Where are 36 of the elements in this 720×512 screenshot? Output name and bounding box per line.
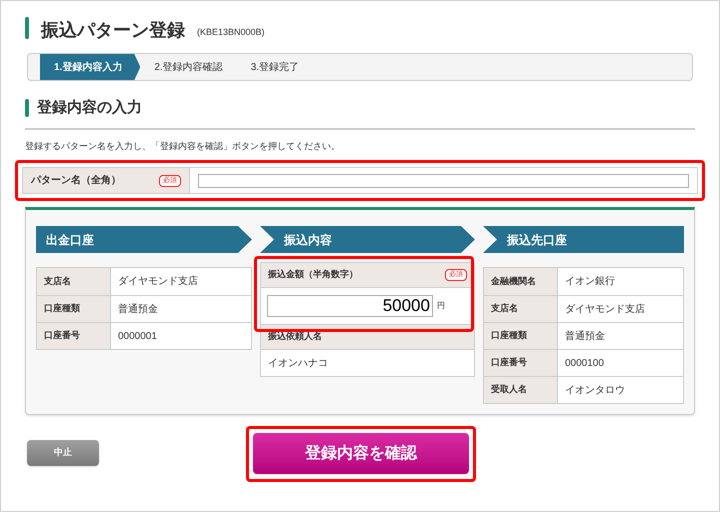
heading-marker [25, 17, 29, 39]
amount-field[interactable]: 50000 [266, 295, 433, 317]
label-cell: 口座種類 [37, 296, 111, 322]
value-cell-text: イオンハナコ [266, 356, 329, 370]
value-cell-text: イオン銀行 [564, 275, 616, 289]
value-cell-text: 普通預金 [117, 302, 159, 316]
value-cell-text: 0000100 [564, 356, 605, 370]
currency-unit: 円 [436, 300, 445, 312]
label-cell: 口座番号 [37, 323, 111, 349]
step-indicator: 3.登録完了 [250, 60, 300, 74]
field-label: パターン名（全角） [31, 174, 121, 188]
field-label: 振込金額（半角数字） [268, 268, 358, 282]
confirm-button[interactable]: 登録内容を確認 [253, 433, 469, 474]
label-cell: 口座番号 [484, 350, 558, 376]
value-cell-text: イオンタロウ [564, 384, 626, 398]
screen-code: (KBE13BN000B) [197, 28, 265, 39]
label-cell: 金融機関名 [484, 268, 558, 295]
column-header: 出金口座 [36, 226, 252, 253]
input-field[interactable] [198, 174, 689, 188]
column-header: 振込先口座 [482, 226, 684, 253]
value-cell-text: ダイヤモンド支店 [117, 274, 199, 289]
label-cell: 口座種類 [484, 323, 558, 349]
section-title: 登録内容の入力 [37, 98, 142, 118]
label-cell: 支店名 [484, 296, 558, 322]
cancel-button[interactable]: 中止 [27, 440, 99, 466]
value-cell-text: 普通預金 [564, 330, 606, 344]
value-cell-text: 0000001 [117, 330, 158, 344]
page-title: 振込パターン登録 [41, 21, 185, 39]
heading-marker [25, 99, 29, 118]
instruction-text: 登録するパターン名を入力し、「登録内容を確認」ボタンを押してください。 [25, 140, 341, 152]
step-indicator: 2.登録内容確認 [153, 60, 224, 74]
column-header: 振込内容 [260, 226, 475, 253]
step-indicator: 1.登録内容入力 [40, 54, 140, 80]
label-cell: 支店名 [37, 268, 111, 295]
label-cell: 受取人名 [484, 377, 558, 403]
value-cell-text: ダイヤモンド支店 [564, 302, 646, 316]
